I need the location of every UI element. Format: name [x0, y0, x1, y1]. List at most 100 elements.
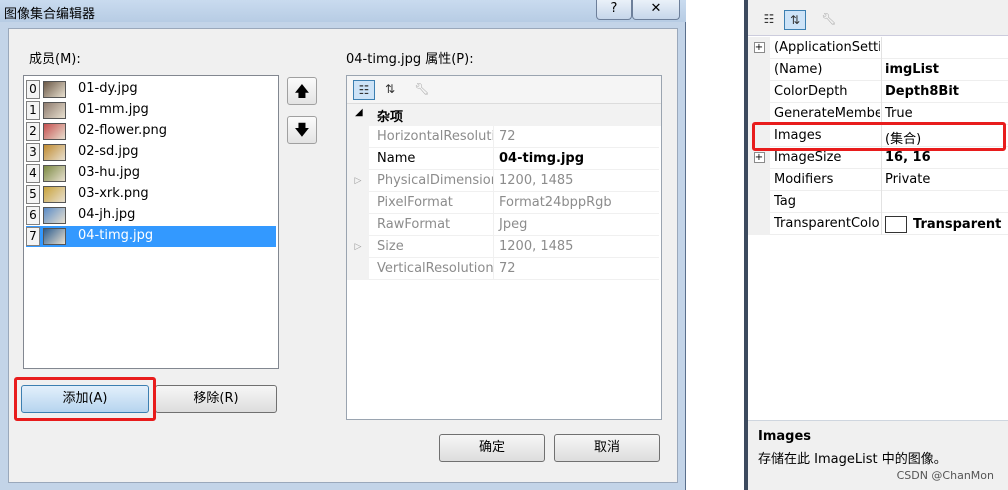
title-bar: 图像集合编辑器 ? ✕	[0, 0, 686, 22]
category-row[interactable]: ◢ 杂项	[347, 104, 661, 126]
column-divider	[881, 37, 882, 59]
expand-arrow-icon	[347, 192, 369, 214]
property-pages-wrench-icon[interactable]: 🔧︎	[411, 80, 433, 100]
member-list-item[interactable]: 1 01-mm.jpg	[26, 100, 276, 121]
property-name: RawFormat	[377, 217, 451, 232]
member-index: 7	[26, 227, 40, 246]
move-down-button[interactable]: 🡇	[287, 116, 317, 144]
property-row[interactable]: RawFormat Jpeg	[347, 214, 659, 236]
property-row[interactable]: Tag	[748, 191, 1008, 213]
collapse-triangle-icon[interactable]: ◢	[355, 107, 363, 118]
row-gutter	[748, 191, 770, 213]
watermark: CSDN @ChanMon	[896, 469, 994, 482]
image-thumbnail-icon	[43, 144, 66, 161]
member-list-item[interactable]: 7 04-timg.jpg	[26, 226, 276, 247]
property-name: TransparentColor	[774, 216, 880, 231]
description-title: Images	[758, 429, 812, 444]
column-divider	[881, 125, 882, 147]
expand-arrow-icon	[347, 258, 369, 280]
property-value: 1200, 1485	[499, 239, 574, 254]
property-value: 72	[499, 261, 516, 276]
property-name: Images	[774, 128, 822, 143]
remove-button[interactable]: 移除(R)	[155, 385, 277, 413]
property-row[interactable]: ▷ Size 1200, 1485	[347, 236, 659, 258]
member-index: 1	[26, 101, 40, 120]
property-name: (Name)	[774, 62, 823, 77]
member-list-item[interactable]: 3 02-sd.jpg	[26, 142, 276, 163]
row-gutter	[748, 81, 770, 103]
member-index: 2	[26, 122, 40, 141]
member-index: 5	[26, 185, 40, 204]
background-gap	[687, 0, 744, 490]
expand-arrow-icon: ▷	[347, 170, 369, 192]
property-row[interactable]: PixelFormat Format24bppRgb	[347, 192, 659, 214]
property-row[interactable]: HorizontalResolution 72	[347, 126, 659, 148]
property-row[interactable]: + ImageSize 16, 16	[748, 147, 1008, 169]
image-thumbnail-icon	[43, 165, 66, 182]
column-divider	[881, 147, 882, 169]
image-collection-editor-dialog: 图像集合编辑器 ? ✕ 成员(M): 04-timg.jpg 属性(P): 00…	[0, 0, 686, 490]
column-divider	[881, 191, 882, 213]
member-list-item[interactable]: 4 03-hu.jpg	[26, 163, 276, 184]
image-thumbnail-icon	[43, 123, 66, 140]
expand-arrow-icon	[347, 214, 369, 236]
property-row[interactable]: GenerateMember True	[748, 103, 1008, 125]
property-name: Tag	[774, 194, 797, 209]
property-name: PixelFormat	[377, 195, 453, 210]
member-filename: 02-sd.jpg	[78, 144, 139, 159]
column-divider	[881, 213, 882, 235]
property-value-text: Depth8Bit	[885, 84, 960, 99]
add-button[interactable]: 添加(A)	[21, 385, 149, 413]
property-name: Size	[377, 239, 404, 254]
cancel-button[interactable]: 取消	[554, 434, 660, 462]
image-property-grid: ☷ ⇅ 🔧︎ ◢ 杂项 HorizontalResolution 72 Name 04…	[346, 75, 662, 420]
expand-toggle-icon[interactable]: +	[748, 37, 770, 59]
property-value: Private	[885, 172, 930, 187]
property-value: Transparent	[885, 216, 1001, 233]
member-index: 4	[26, 164, 40, 183]
column-divider	[493, 192, 494, 214]
property-value-text: imgList	[885, 62, 939, 77]
column-divider	[881, 103, 882, 125]
member-index: 3	[26, 143, 40, 162]
property-row[interactable]: (Name) imgList	[748, 59, 1008, 81]
property-value: 72	[499, 129, 516, 144]
property-value-text: True	[885, 106, 913, 121]
property-row[interactable]: Modifiers Private	[748, 169, 1008, 191]
member-filename: 01-dy.jpg	[78, 81, 138, 96]
alphabetical-sort-icon[interactable]: ⇅	[784, 10, 806, 30]
property-row[interactable]: + (ApplicationSettings)	[748, 37, 1008, 59]
move-up-button[interactable]: 🡅	[287, 77, 317, 105]
description-text: 存储在此 ImageList 中的图像。	[758, 452, 947, 467]
close-button[interactable]: ✕	[632, 0, 680, 20]
property-row[interactable]: VerticalResolution 72	[347, 258, 659, 280]
column-divider	[881, 59, 882, 81]
members-list[interactable]: 0 01-dy.jpg 1 01-mm.jpg 2 02-flower.png 3 02-sd…	[23, 75, 279, 369]
properties-toolbar: ☷ ⇅ 🔧︎	[748, 0, 1008, 36]
dialog-body: 成员(M): 04-timg.jpg 属性(P): 0 01-dy.jpg 1 01-…	[8, 28, 678, 483]
expand-toggle-icon[interactable]: +	[748, 147, 770, 169]
member-filename: 02-flower.png	[78, 123, 168, 138]
categorized-view-icon[interactable]: ☷	[758, 10, 780, 30]
help-button[interactable]: ?	[596, 0, 632, 20]
member-list-item[interactable]: 2 02-flower.png	[26, 121, 276, 142]
member-list-item[interactable]: 5 03-xrk.png	[26, 184, 276, 205]
ok-button[interactable]: 确定	[439, 434, 545, 462]
categorized-view-icon[interactable]: ☷	[353, 80, 375, 100]
property-row[interactable]: Images (集合)	[748, 125, 1008, 147]
member-filename: 04-jh.jpg	[78, 207, 136, 222]
color-swatch	[885, 216, 907, 233]
property-value: 04-timg.jpg	[499, 151, 585, 166]
member-list-item[interactable]: 0 01-dy.jpg	[26, 79, 276, 100]
alphabetical-sort-icon[interactable]: ⇅	[379, 80, 401, 100]
property-row[interactable]: ▷ PhysicalDimension 1200, 1485	[347, 170, 659, 192]
property-row[interactable]: TransparentColor Transparent	[748, 213, 1008, 235]
property-name: HorizontalResolution	[377, 129, 493, 144]
property-pages-wrench-icon[interactable]: 🔧︎	[818, 10, 840, 30]
property-value-text: (集合)	[885, 132, 922, 147]
row-gutter	[748, 213, 770, 235]
property-row[interactable]: ColorDepth Depth8Bit	[748, 81, 1008, 103]
members-label: 成员(M):	[29, 52, 81, 67]
property-row[interactable]: Name 04-timg.jpg	[347, 148, 659, 170]
member-list-item[interactable]: 6 04-jh.jpg	[26, 205, 276, 226]
